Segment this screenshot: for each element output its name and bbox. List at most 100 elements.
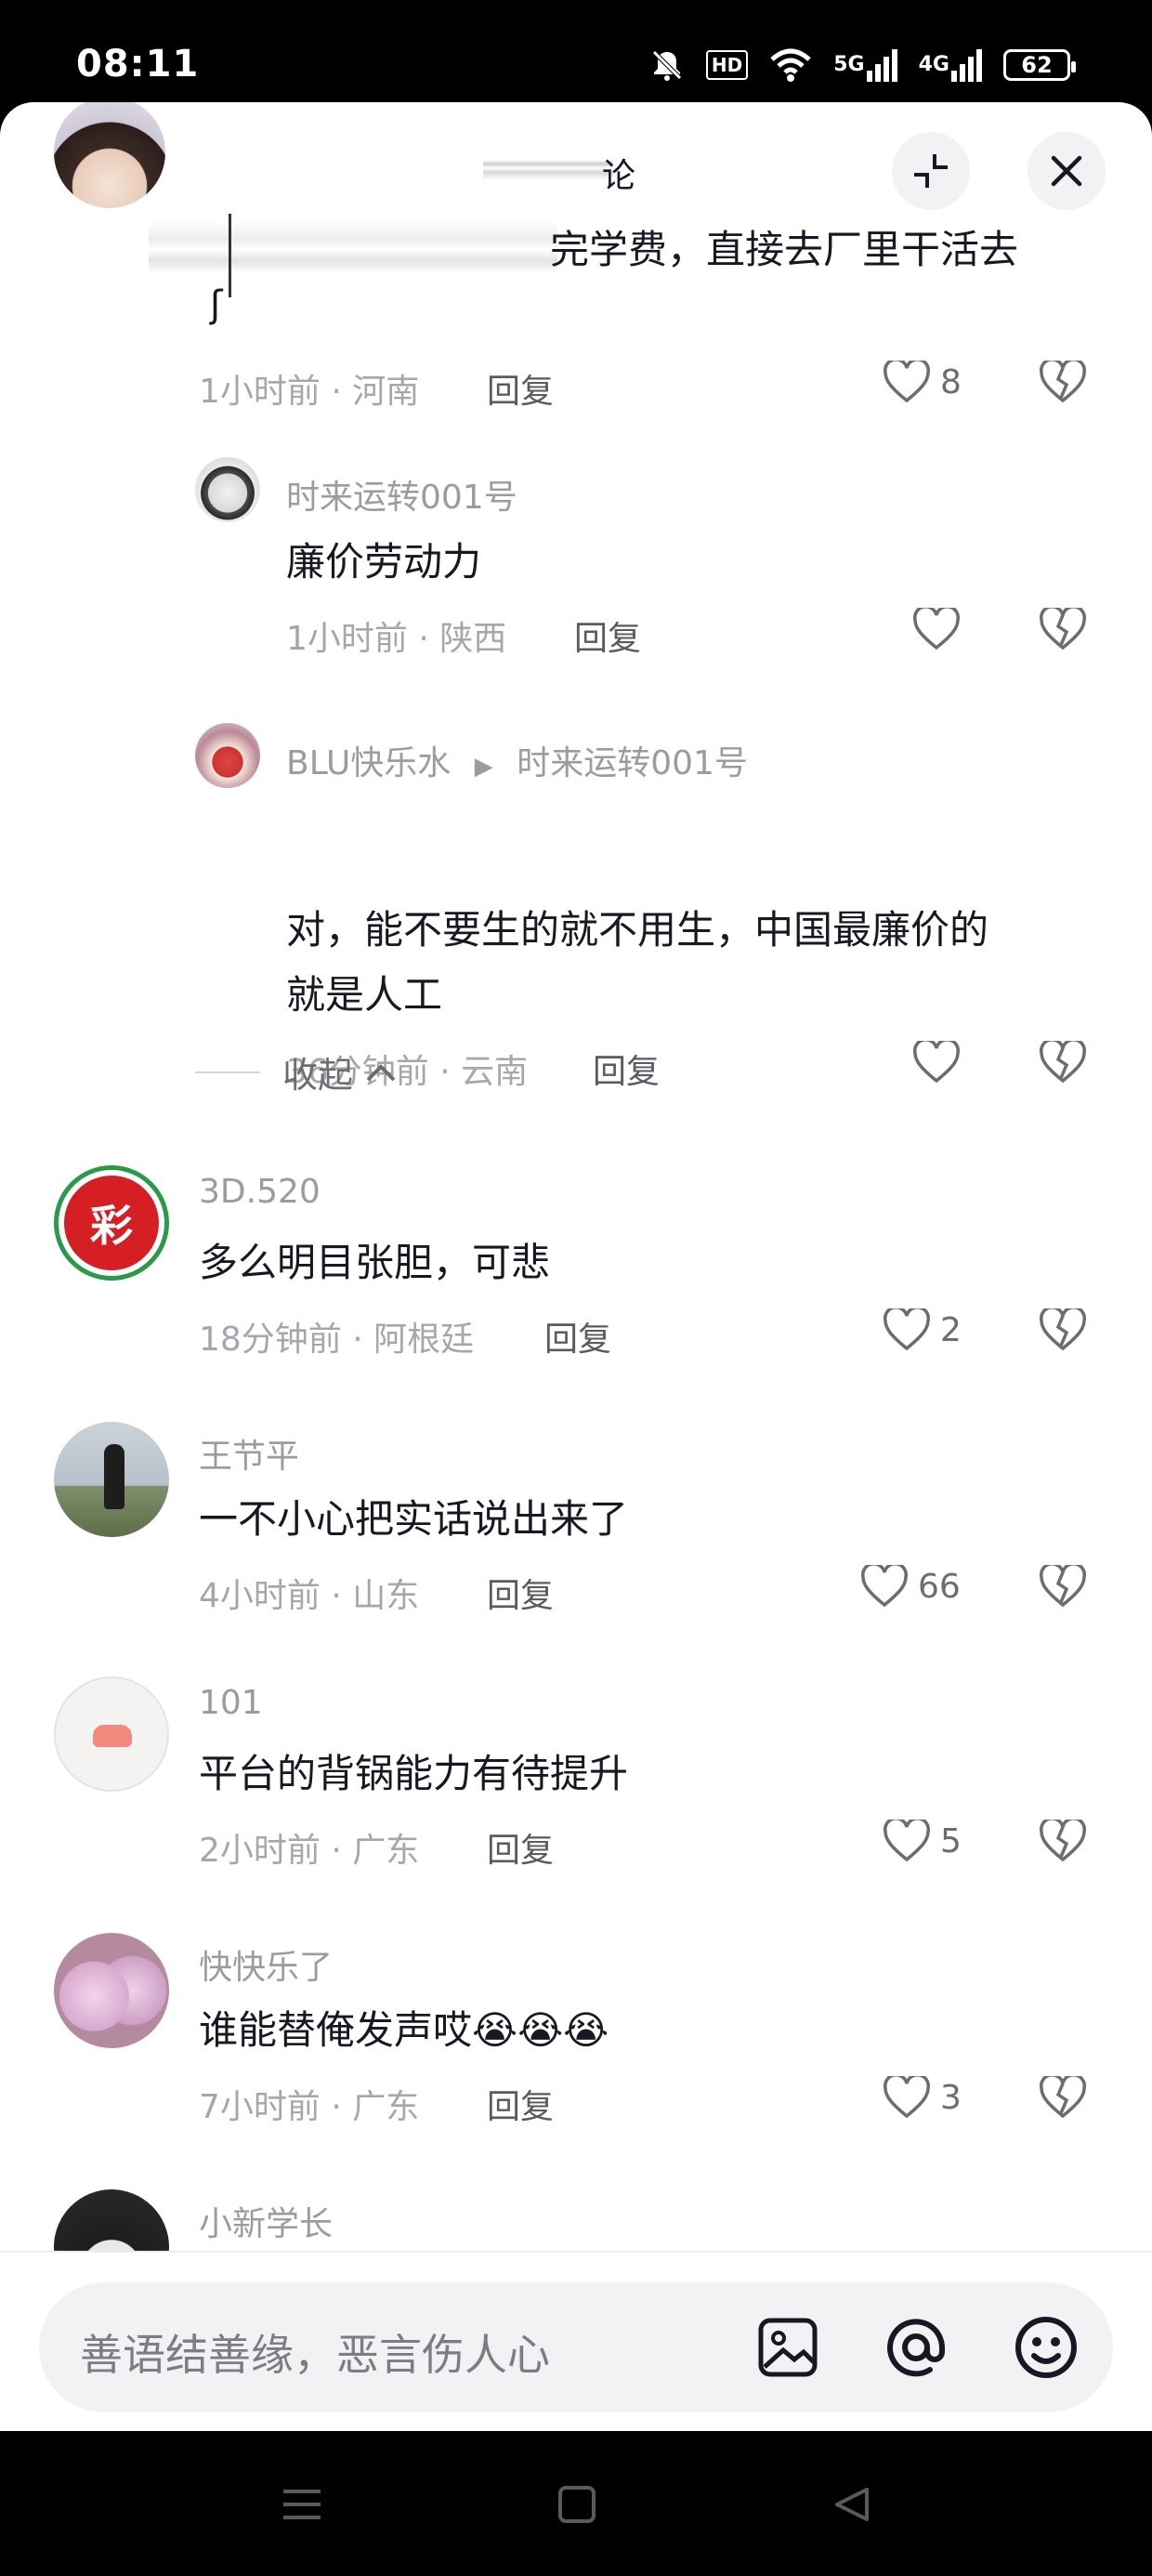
comment-text: 一不小心把实话说出来了 (199, 1496, 629, 1542)
navigation-bar (0, 2431, 1152, 2576)
collapse-replies-button[interactable]: 收起 (195, 1046, 398, 1097)
comment-meta: 18分钟前 · 阿根廷 (199, 1321, 475, 1359)
like-count: 5 (940, 1821, 962, 1860)
dislike-button[interactable] (1039, 2073, 1087, 2123)
avatar[interactable] (54, 1933, 169, 2048)
like-button[interactable] (912, 1041, 961, 1084)
reply-button[interactable]: 回复 (487, 364, 554, 413)
reply-button[interactable]: 回复 (487, 1823, 554, 1872)
heart-icon (883, 1820, 931, 1862)
comment-author[interactable]: 101 (199, 1684, 263, 1722)
wifi-icon (768, 46, 813, 84)
back-button[interactable] (819, 2472, 884, 2537)
comment-text: 多么明目张胆，可悲 (199, 1240, 551, 1285)
emoji-button[interactable] (1009, 2310, 1083, 2385)
broken-heart-icon (1039, 1817, 1087, 1862)
reply-arrow-icon: ▶ (474, 753, 493, 781)
menu-button[interactable] (269, 2472, 334, 2537)
divider-line (195, 1071, 260, 1073)
status-icons: HD 5G 4G 62 (648, 46, 1076, 84)
comment-input[interactable]: 善语结善缘，恶言伤人心 (39, 2282, 1113, 2412)
broken-heart-icon (1039, 605, 1087, 651)
image-button[interactable] (751, 2310, 825, 2385)
status-time: 08:11 (76, 43, 200, 85)
reply-author[interactable]: BLU快乐水 ▶ 时来运转001号 (286, 736, 748, 784)
collapse-icon (914, 154, 948, 188)
dislike-button[interactable] (1039, 1306, 1087, 1355)
dislike-button[interactable] (1039, 1562, 1087, 1611)
like-button[interactable]: 8 (883, 361, 962, 403)
header-title: 论 (602, 157, 636, 195)
dislike-button[interactable] (1039, 605, 1087, 654)
avatar[interactable] (54, 1422, 169, 1537)
avatar[interactable] (195, 457, 260, 522)
blur-glyph: ʃ (210, 283, 223, 326)
status-bar: 08:11 HD 5G 4G 62 (0, 0, 1152, 102)
reply-text-line2: 就是人工 (286, 972, 443, 1018)
broken-heart-icon (1039, 1562, 1087, 1608)
comment-author[interactable]: 王节平 (199, 1429, 299, 1478)
like-button[interactable]: 2 (883, 1308, 962, 1351)
net-5g-label: 5G (833, 53, 865, 76)
signal-5g-icon: 5G (833, 48, 897, 82)
comment-meta: 4小时前 · 山东 (199, 1577, 420, 1615)
avatar[interactable]: 彩 (54, 1165, 169, 1281)
signal-4g-icon: 4G (919, 48, 983, 82)
like-count: 3 (940, 2078, 962, 2117)
comments-sheet: ʃ 完学费，直接去厂里干活去 1小时前 · 河南 回复 8 时来运转001号 廉… (0, 102, 1152, 2431)
close-icon (1051, 155, 1082, 187)
reply-button[interactable]: 回复 (593, 1045, 660, 1093)
at-icon (887, 2319, 945, 2377)
reply-button[interactable]: 回复 (574, 611, 641, 660)
dislike-button[interactable] (1039, 358, 1087, 407)
heart-icon (883, 2076, 931, 2119)
home-square-icon (558, 2486, 596, 2523)
battery-icon: 62 (1003, 49, 1076, 81)
like-button[interactable]: 5 (883, 1820, 962, 1862)
reply-button[interactable]: 回复 (544, 1312, 611, 1360)
reply-button[interactable]: 回复 (487, 1569, 554, 1617)
collapse-button[interactable] (892, 132, 970, 210)
like-button[interactable] (912, 608, 961, 651)
like-button[interactable]: 66 (860, 1565, 961, 1608)
reply-text: 对，能不要生的就不用生，中国最廉价的 (286, 907, 989, 953)
reply-button[interactable]: 回复 (487, 2080, 554, 2128)
emoji-icon (1015, 2317, 1077, 2378)
avatar-figure (104, 1444, 124, 1509)
collapse-label: 收起 (282, 1055, 354, 1096)
home-button[interactable] (544, 2472, 609, 2537)
comment-input-bar: 善语结善缘，恶言伤人心 (0, 2251, 1152, 2431)
menu-icon (283, 2490, 321, 2519)
image-icon (758, 2318, 818, 2377)
close-button[interactable] (1028, 132, 1106, 210)
heart-icon (883, 361, 931, 403)
broken-heart-icon (1039, 1038, 1087, 1084)
screen: 08:11 HD 5G 4G 62 ʃ 完学费，直接去厂里干活去 1小时前 · … (0, 0, 1152, 2576)
comment-author[interactable]: 快快乐了 (199, 1940, 333, 1989)
chevron-up-icon (366, 1063, 396, 1081)
mention-button[interactable] (879, 2310, 953, 2385)
avatar[interactable] (195, 723, 260, 788)
comment-meta: 2小时前 · 广东 (199, 1832, 420, 1870)
blurred-title (483, 160, 613, 180)
back-triangle-icon (835, 2488, 869, 2521)
like-count: 2 (940, 1310, 962, 1349)
broken-heart-icon (1039, 1306, 1087, 1351)
heart-icon (860, 1565, 909, 1608)
sheet-header: 论 (0, 102, 1152, 242)
hd-voice-icon: HD (705, 50, 749, 80)
input-placeholder: 善语结善缘，恶言伤人心 (80, 2330, 550, 2380)
like-button[interactable]: 3 (883, 2076, 962, 2119)
reply-text: 廉价劳动力 (286, 539, 482, 585)
avatar-cake (93, 1725, 132, 1747)
comment-text: 谁能替俺发声哎😭😭😭 (199, 2007, 609, 2053)
comment-author[interactable]: 3D.520 (199, 1173, 321, 1211)
dislike-button[interactable] (1039, 1038, 1087, 1087)
dislike-button[interactable] (1039, 1817, 1087, 1866)
reply-meta: 1小时前 · 陕西 (286, 620, 507, 658)
avatar[interactable] (54, 1676, 169, 1792)
broken-heart-icon (1039, 2073, 1087, 2119)
comment-author[interactable]: 小新学长 (199, 2197, 333, 2245)
comment-text: 平台的背锅能力有待提升 (199, 1751, 629, 1796)
reply-author[interactable]: 时来运转001号 (286, 470, 517, 519)
